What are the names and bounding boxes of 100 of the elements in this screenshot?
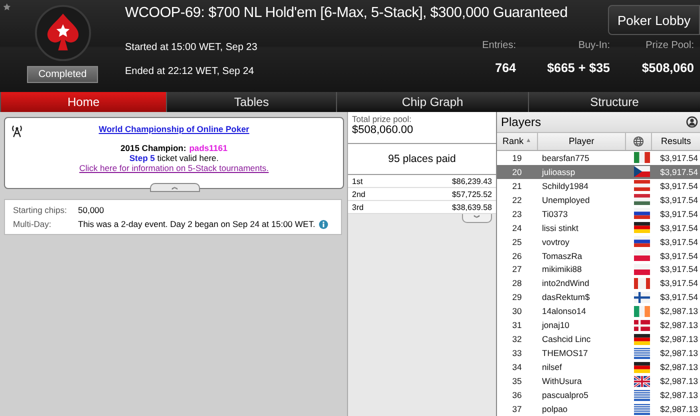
player-row[interactable]: 30 14alonso14 $2,987.13 bbox=[497, 304, 700, 318]
player-row[interactable]: 24 lissi stinkt $3,917.54 bbox=[497, 220, 700, 235]
result-cell-text: $3,917.54 bbox=[659, 194, 699, 205]
place-cell: 2nd bbox=[352, 190, 366, 198]
globe-icon[interactable] bbox=[633, 136, 644, 147]
player-name: mikimiki88 bbox=[541, 264, 583, 274]
rank-cell-text: 35 bbox=[511, 376, 523, 386]
prize-pool-total: $508,060.00 bbox=[352, 124, 414, 136]
flag-icon bbox=[634, 236, 650, 248]
info-link[interactable]: Click here for information on 5-Stack tournaments. bbox=[79, 163, 269, 173]
flag-icon bbox=[634, 152, 650, 164]
amount-cell: $57,725.52 bbox=[452, 190, 492, 198]
player-row[interactable]: 29 dasRektum$ $3,917.54 bbox=[497, 290, 700, 304]
player-row[interactable]: 23 Ti0373 $3,917.54 bbox=[497, 206, 700, 221]
rank-cell-text: 34 bbox=[511, 362, 523, 372]
champion-label: 2015 Champion: bbox=[120, 143, 186, 153]
rank-cell-text: 22 bbox=[511, 194, 523, 205]
player-row[interactable]: 26 TomaszRa $3,917.54 bbox=[497, 248, 700, 262]
rank-cell-text: 25 bbox=[511, 236, 523, 247]
rank-cell-text: 32 bbox=[511, 334, 523, 344]
places-paid: 95 places paid bbox=[348, 144, 496, 175]
rank-cell-text: 20 bbox=[511, 166, 523, 177]
result-cell-text: $3,917.54 bbox=[659, 208, 699, 219]
spade-logo bbox=[34, 4, 92, 62]
stat-label: Prize Pool: bbox=[646, 40, 694, 51]
result-cell-text: $3,917.54 bbox=[659, 278, 699, 288]
amount-cell: $38,639.58 bbox=[452, 202, 492, 212]
player-row[interactable]: 28 into2ndWind $3,917.54 bbox=[497, 276, 700, 290]
player-row[interactable]: 21 Schildy1984 $3,917.54 bbox=[497, 178, 700, 193]
result-cell-text: $3,917.54 bbox=[659, 166, 699, 177]
player-row[interactable]: 37 polpao $2,987.13 bbox=[497, 402, 700, 416]
player-row[interactable]: 36 pascualpro5 $2,987.13 bbox=[497, 388, 700, 402]
result-cell-text: $3,917.54 bbox=[659, 250, 699, 261]
player-column-header[interactable]: Player bbox=[538, 132, 626, 150]
player-row[interactable]: 22 Unemployed $3,917.54 bbox=[497, 192, 700, 207]
champion-name: pads1161 bbox=[189, 143, 228, 153]
stat-value: $665 + $35 bbox=[547, 61, 610, 75]
result-cell-text: $2,987.13 bbox=[659, 376, 699, 386]
flag-icon bbox=[634, 278, 650, 289]
player-name: WithUsura bbox=[541, 376, 583, 386]
flag-icon bbox=[634, 180, 650, 192]
rank-cell-text: 27 bbox=[511, 264, 523, 274]
player-name: lissi stinkt bbox=[541, 222, 580, 233]
player-name: jonaj10 bbox=[540, 320, 570, 330]
results-column-header[interactable]: Results bbox=[652, 132, 700, 150]
flag-icon bbox=[634, 208, 650, 220]
wcoop-link[interactable]: World Championship of Online Poker bbox=[98, 124, 250, 134]
player-row[interactable]: 25 vovtroy $3,917.54 bbox=[497, 234, 700, 249]
tab[interactable]: Chip Graph bbox=[336, 92, 528, 112]
player-row[interactable]: 20 julioassp $3,917.54 bbox=[497, 164, 700, 179]
result-cell-text: $3,917.54 bbox=[659, 292, 699, 302]
player-name: TomaszRa bbox=[541, 250, 584, 261]
player-name: nilsef bbox=[541, 362, 563, 372]
tab[interactable]: Structure bbox=[528, 92, 700, 112]
player-name: Cashcid Linc bbox=[541, 334, 592, 344]
flag-icon bbox=[634, 390, 650, 401]
flag-icon bbox=[634, 348, 650, 359]
tab[interactable]: Tables bbox=[166, 92, 336, 112]
detail-label: Multi-Day: bbox=[13, 219, 52, 229]
flag-icon bbox=[634, 264, 650, 275]
flag-icon bbox=[634, 376, 650, 387]
flag-icon bbox=[634, 320, 650, 331]
result-cell-text: $3,917.54 bbox=[659, 180, 699, 191]
flag-icon bbox=[634, 306, 650, 317]
player-row[interactable]: 31 jonaj10 $2,987.13 bbox=[497, 318, 700, 332]
result-cell-text: $2,987.13 bbox=[659, 334, 699, 344]
info-icon[interactable] bbox=[319, 220, 328, 228]
stat-value: 764 bbox=[495, 61, 516, 75]
player-row[interactable]: 32 Cashcid Linc $2,987.13 bbox=[497, 332, 700, 346]
result-cell-text: $3,917.54 bbox=[659, 236, 699, 247]
player-name: Ti0373 bbox=[541, 208, 569, 219]
amount-cell: $86,239.43 bbox=[452, 176, 492, 186]
tab[interactable]: Home bbox=[0, 92, 166, 112]
result-cell-text: $2,987.13 bbox=[659, 362, 699, 372]
player-name: polpao bbox=[541, 404, 569, 414]
rank-cell-text: 29 bbox=[511, 292, 523, 302]
player-row[interactable]: 34 nilsef $2,987.13 bbox=[497, 360, 700, 374]
poker-lobby-button[interactable]: Poker Lobby bbox=[608, 5, 700, 35]
stat-label: Entries: bbox=[482, 40, 516, 51]
player-row[interactable]: 27 mikimiki88 $3,917.54 bbox=[497, 262, 700, 276]
result-cell-text: $3,917.54 bbox=[659, 264, 699, 274]
rank-cell-text: 30 bbox=[511, 306, 523, 316]
stat-value: $508,060 bbox=[642, 61, 694, 75]
player-name: Schildy1984 bbox=[541, 180, 590, 191]
rank-cell-text: 26 bbox=[511, 250, 523, 261]
player-row[interactable]: 33 THEMOS17 $2,987.13 bbox=[497, 346, 700, 360]
rank-cell-text: 31 bbox=[511, 320, 523, 330]
player-row[interactable]: 35 WithUsura $2,987.13 bbox=[497, 374, 700, 388]
flag-icon bbox=[634, 250, 650, 262]
tournament-title: WCOOP-69: $700 NL Hold'em [6-Max, 5-Stack], $300,000 Guaranteed bbox=[125, 5, 568, 23]
player-name: dasRektum$ bbox=[541, 292, 591, 302]
end-time: Ended at 22:12 WET, Sep 24 bbox=[125, 66, 255, 77]
rank-cell-text: 24 bbox=[511, 222, 523, 233]
player-row[interactable]: 19 bearsfan775 $3,917.54 bbox=[497, 150, 700, 165]
players-title: Players bbox=[501, 114, 542, 129]
ticket-text: Step 5 ticket valid here. bbox=[129, 153, 219, 163]
player-search-icon[interactable] bbox=[686, 116, 698, 128]
rank-cell-text: 28 bbox=[511, 278, 523, 288]
detail-value: This was a 2-day event. Day 2 began on Sep 24 at 15:00 WET. bbox=[78, 219, 316, 229]
place-cell: 3rd bbox=[352, 202, 364, 212]
